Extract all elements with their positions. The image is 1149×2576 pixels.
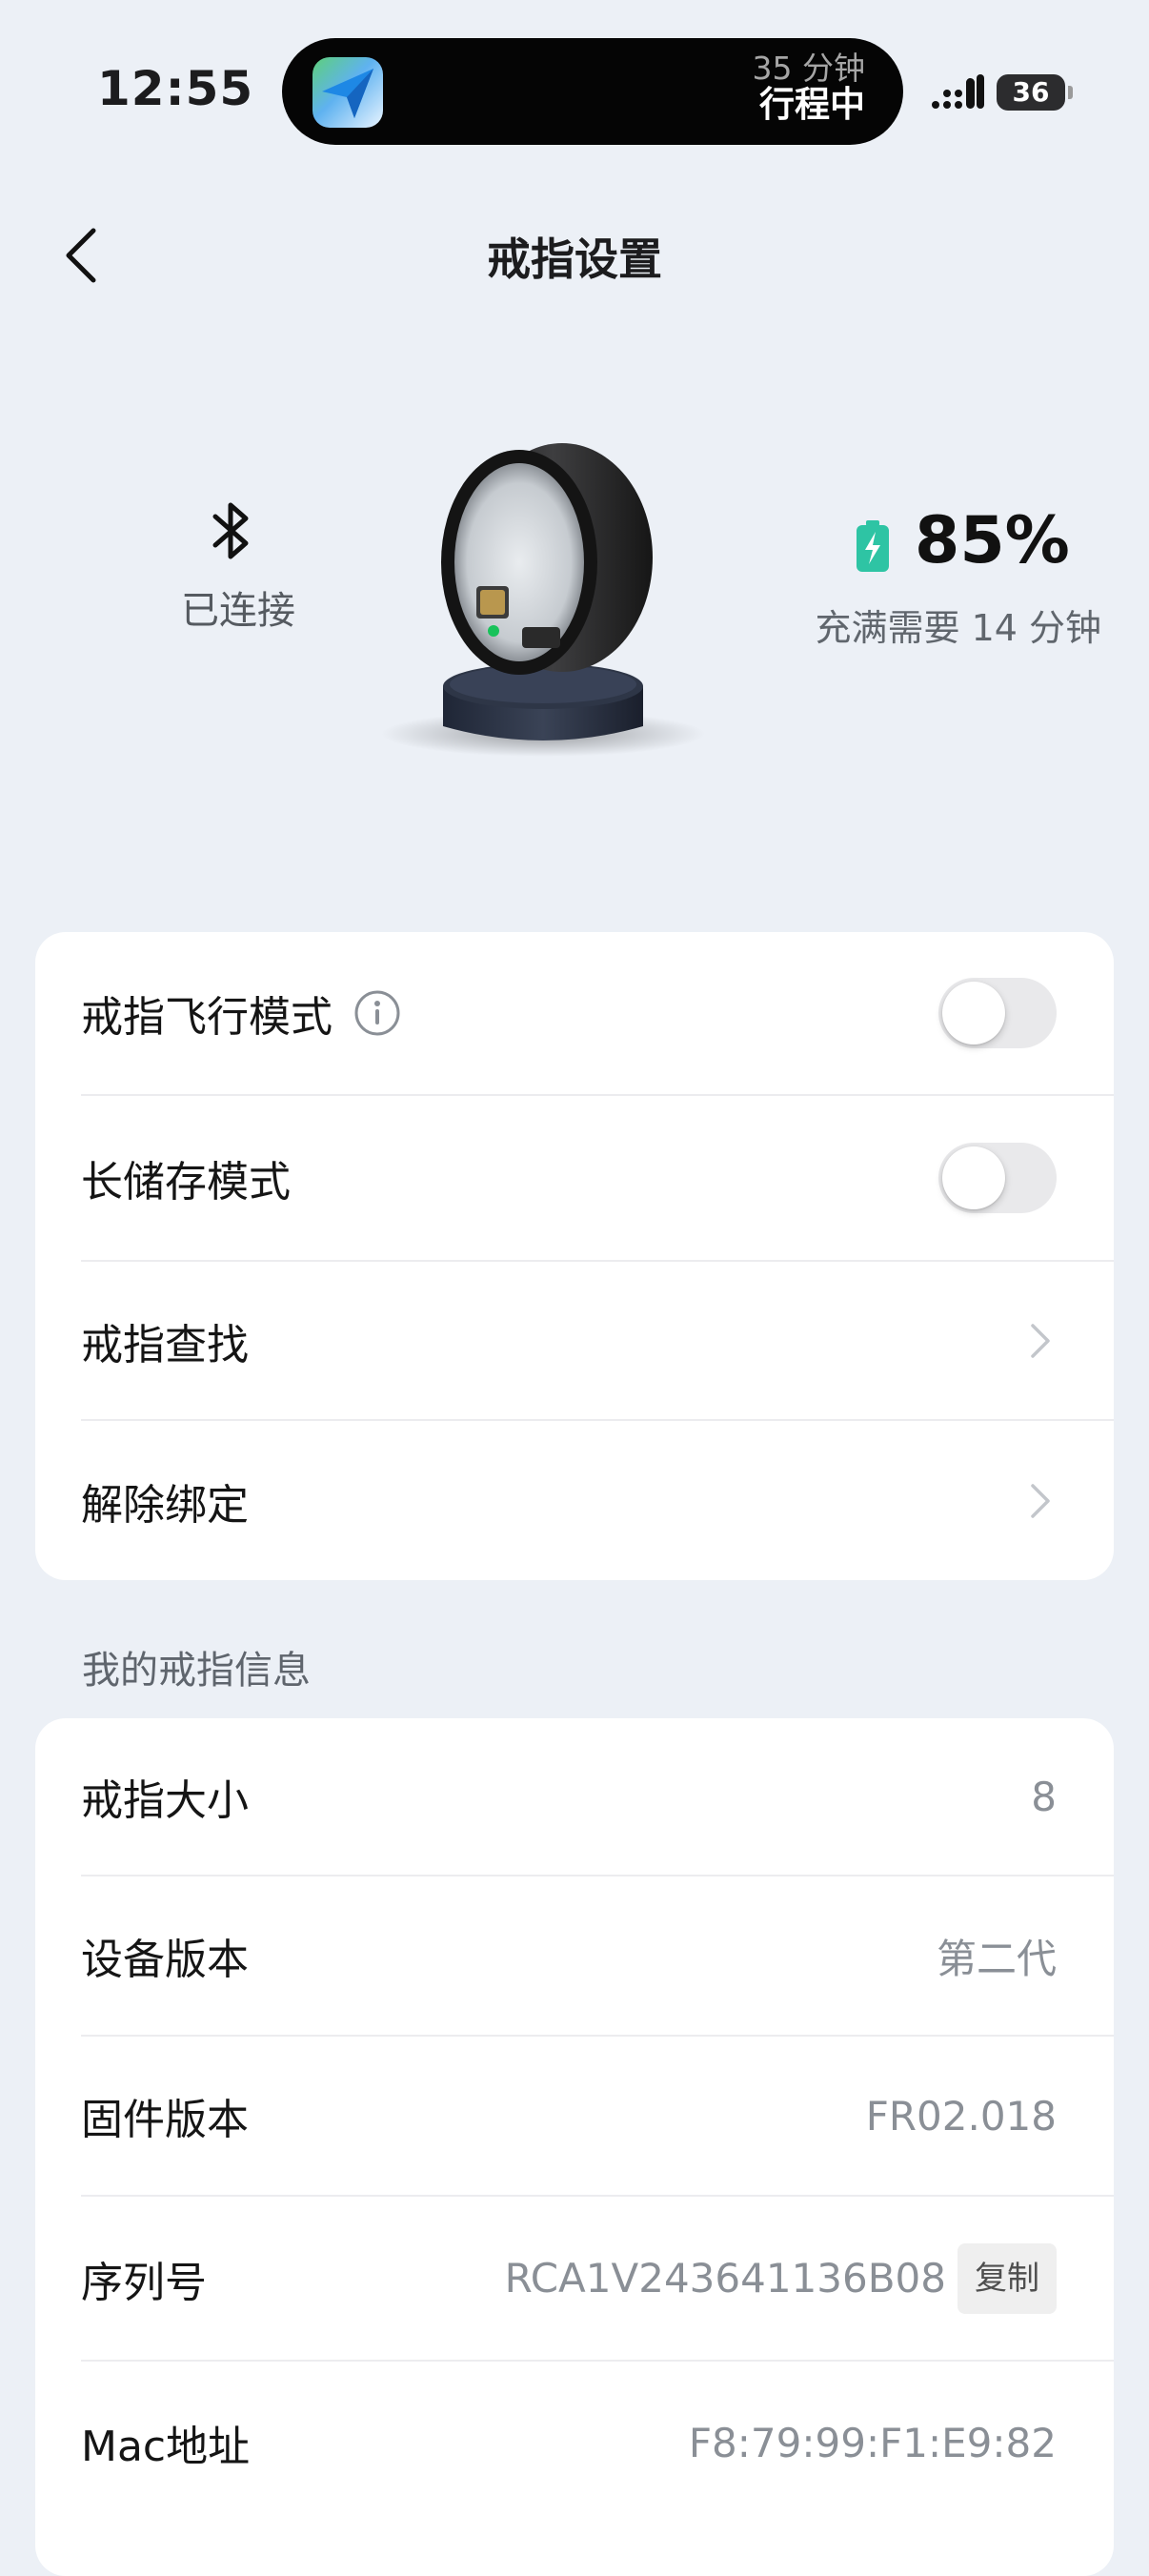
ring-battery-percent: 85% [915, 503, 1070, 578]
battery-level: 36 [997, 74, 1065, 111]
device-version-row: 设备版本 第二代 [81, 1876, 1114, 2037]
battery-tip [1068, 86, 1073, 99]
status-time: 12:55 [97, 61, 254, 116]
device-version-value: 第二代 [936, 1935, 1057, 1982]
mac-address-label: Mac地址 [81, 2423, 251, 2471]
find-ring-row[interactable]: 戒指查找 [81, 1262, 1114, 1421]
charge-time-remaining: 充满需要 14 分钟 [815, 607, 1101, 649]
signal-icon [932, 74, 984, 109]
section-title-ring-info: 我的戒指信息 [82, 1649, 311, 1693]
battery-indicator: 36 [997, 72, 1073, 112]
airplane-mode-row: 戒指飞行模式 [81, 932, 1114, 1096]
bluetooth-icon [212, 502, 249, 559]
airplane-mode-toggle[interactable] [938, 978, 1057, 1048]
serial-number-label: 序列号 [81, 2258, 207, 2307]
battery-charging-icon [857, 520, 889, 572]
unbind-label: 解除绑定 [81, 1480, 249, 1530]
unbind-row[interactable]: 解除绑定 [81, 1421, 1114, 1580]
chevron-right-icon [1031, 1483, 1050, 1518]
chevron-right-icon [1031, 1323, 1050, 1358]
long-storage-mode-row: 长储存模式 [81, 1096, 1114, 1262]
ring-size-value: 8 [1031, 1773, 1057, 1820]
device-version-label: 设备版本 [81, 1936, 249, 1984]
long-storage-mode-toggle[interactable] [938, 1143, 1057, 1213]
settings-card: 戒指飞行模式 长储存模式 戒指查找 解除绑定 [35, 932, 1114, 1580]
serial-number-value: RCA1V243641136B08 [504, 2255, 946, 2302]
toggle-knob [942, 1146, 1005, 1209]
mac-address-row: Mac地址 F8:79:99:F1:E9:82 [81, 2362, 1114, 2524]
page-title: 戒指设置 [487, 233, 662, 285]
airplane-mode-label: 戒指飞行模式 [81, 993, 333, 1042]
find-ring-label: 戒指查找 [81, 1320, 249, 1369]
firmware-version-value: FR02.018 [865, 2092, 1057, 2140]
copy-serial-button[interactable]: 复制 [958, 2242, 1057, 2314]
trip-state: 行程中 [759, 84, 865, 126]
mac-address-value: F8:79:99:F1:E9:82 [688, 2419, 1057, 2466]
ring-size-row: 戒指大小 8 [81, 1718, 1114, 1876]
connection-status: 已连接 [181, 589, 295, 633]
info-icon[interactable] [353, 989, 401, 1037]
ring-size-label: 戒指大小 [81, 1776, 249, 1825]
trip-status: 35 分钟 行程中 [753, 51, 865, 125]
ring-product-image [381, 443, 705, 757]
firmware-version-row: 固件版本 FR02.018 [81, 2037, 1114, 2197]
toggle-knob [942, 982, 1005, 1045]
navigation-arrow-icon [312, 57, 383, 128]
trip-duration: 35 分钟 [752, 50, 865, 87]
serial-number-row: 序列号 RCA1V243641136B08 复制 [81, 2197, 1114, 2362]
dynamic-island[interactable]: 35 分钟 行程中 [282, 38, 903, 145]
firmware-version-label: 固件版本 [81, 2096, 249, 2144]
ring-info-card: 戒指大小 8 设备版本 第二代 固件版本 FR02.018 序列号 RCA1V2… [35, 1718, 1114, 2576]
long-storage-mode-label: 长储存模式 [81, 1158, 291, 1207]
